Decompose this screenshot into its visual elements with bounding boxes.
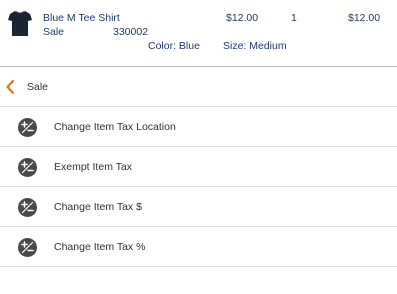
menu-item-label: Change Item Tax Location [54, 120, 176, 133]
back-button[interactable]: Sale [0, 67, 397, 107]
plus-minus-icon [18, 158, 37, 177]
item-total: $12.00 [348, 12, 381, 24]
menu-item-change-tax-percent[interactable]: Change Item Tax % [0, 227, 397, 267]
cart-line-item[interactable]: Blue M Tee Shirt Sale 330002 $12.00 1 $1… [0, 0, 397, 67]
tax-options-menu: Change Item Tax Location Exempt Item Tax… [0, 107, 397, 267]
menu-item-exempt-tax[interactable]: Exempt Item Tax [0, 147, 397, 187]
plus-minus-icon [18, 198, 37, 217]
tshirt-thumbnail-icon [8, 11, 32, 36]
plus-minus-icon [18, 118, 37, 137]
item-size: Size: Medium [223, 40, 287, 52]
item-sale-type: Sale [43, 26, 65, 38]
item-name: Blue M Tee Shirt [43, 12, 120, 24]
item-sku: 330002 [113, 26, 149, 38]
menu-item-change-tax-amount[interactable]: Change Item Tax $ [0, 187, 397, 227]
menu-item-label: Exempt Item Tax [54, 160, 133, 173]
item-price: $12.00 [226, 12, 259, 24]
item-color: Color: Blue [148, 40, 200, 52]
menu-item-change-tax-location[interactable]: Change Item Tax Location [0, 107, 397, 147]
back-label: Sale [27, 80, 49, 93]
chevron-left-icon [6, 79, 15, 94]
menu-item-label: Change Item Tax $ [54, 200, 142, 213]
menu-item-label: Change Item Tax % [54, 240, 146, 253]
item-quantity: 1 [291, 12, 297, 24]
plus-minus-icon [18, 238, 37, 257]
